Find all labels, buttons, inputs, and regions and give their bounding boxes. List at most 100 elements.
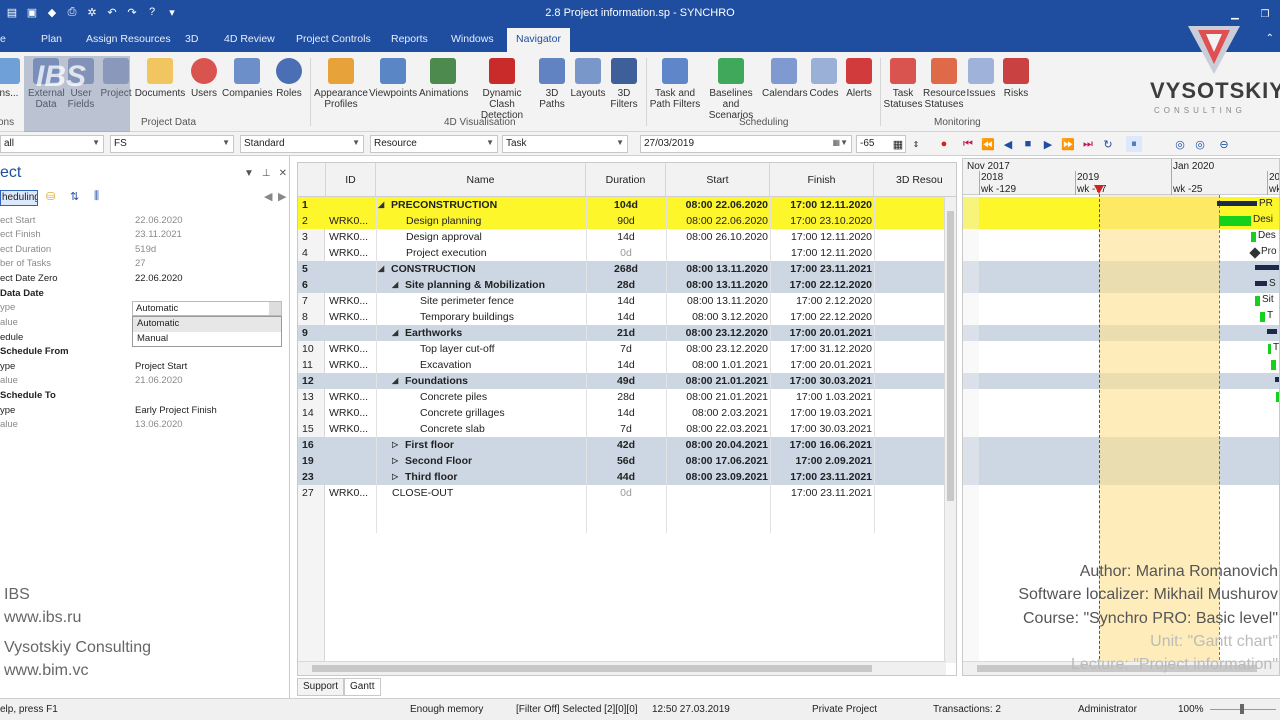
codes-button[interactable]: Codes bbox=[808, 58, 840, 99]
table-row[interactable]: 9 ◢ Earthworks 21d 08:00 23.12.2020 17:00 20.… bbox=[298, 325, 946, 341]
tab-plan[interactable]: Plan bbox=[41, 33, 62, 45]
task-statuses-button[interactable]: Task Statuses bbox=[883, 58, 923, 110]
play-back-icon[interactable]: ◀ bbox=[1000, 136, 1016, 152]
step-forward-icon[interactable]: ⏩ bbox=[1060, 136, 1076, 152]
animations-button[interactable]: Animations bbox=[419, 58, 468, 99]
appearance-profiles-button[interactable]: Appearance Profiles bbox=[313, 58, 369, 110]
gantt-task-bar[interactable] bbox=[1268, 344, 1271, 354]
zoom-out-icon[interactable]: ⊖ bbox=[1216, 136, 1232, 152]
companies-button[interactable]: Companies bbox=[222, 58, 273, 99]
go-end-icon[interactable]: ⏭ bbox=[1080, 136, 1096, 152]
filter-select-5[interactable]: Task ▼ bbox=[502, 135, 628, 153]
3d-filters-button[interactable]: 3D Filters bbox=[608, 58, 640, 110]
record-icon[interactable]: ● bbox=[936, 136, 952, 152]
expander-icon[interactable]: ◢ bbox=[378, 197, 390, 213]
expander-icon[interactable]: ▷ bbox=[392, 469, 404, 485]
filter-select-3[interactable]: Standard ▼ bbox=[240, 135, 364, 153]
gantt-task-bar[interactable] bbox=[1260, 312, 1265, 322]
dropdown-button[interactable] bbox=[269, 302, 281, 315]
table-row[interactable]: 14 WRK0... Concrete grillages 14d 08:00 2.03… bbox=[298, 405, 946, 421]
gantt-summary-bar[interactable] bbox=[1275, 377, 1279, 382]
step-back-icon[interactable]: ⏪ bbox=[980, 136, 996, 152]
gantt-summary-bar[interactable] bbox=[1255, 265, 1279, 270]
tab-reports[interactable]: Reports bbox=[391, 33, 428, 45]
table-row[interactable]: 27 WRK0... CLOSE-OUT 0d 17:00 23.11.2021 bbox=[298, 485, 946, 501]
gantt-summary-bar[interactable] bbox=[1217, 201, 1257, 206]
gantt-task-bar[interactable] bbox=[1276, 392, 1279, 402]
view-option-icon[interactable]: ◎ bbox=[1172, 136, 1188, 152]
data-date-marker-icon[interactable] bbox=[1094, 185, 1104, 194]
table-row[interactable]: 5 ◢ CONSTRUCTION 268d 08:00 13.11.2020 17:00 … bbox=[298, 261, 946, 277]
expander-icon[interactable]: ◢ bbox=[392, 277, 404, 293]
alerts-button[interactable]: Alerts bbox=[842, 58, 876, 99]
filter-select-4[interactable]: Resource ▼ bbox=[370, 135, 498, 153]
tab-3d[interactable]: 3D bbox=[185, 33, 198, 45]
baselines-scenarios-button[interactable]: Baselines and Scenarios bbox=[702, 58, 760, 121]
tab-file[interactable]: e bbox=[0, 33, 6, 45]
table-row[interactable]: 16 ▷ First floor 42d 08:00 20.04.2021 17:00 1… bbox=[298, 437, 946, 453]
offset-calendar-icon[interactable]: ▦ bbox=[890, 136, 906, 152]
tab-support[interactable]: Support bbox=[297, 678, 345, 696]
viewpoints-button[interactable]: Viewpoints bbox=[369, 58, 417, 99]
table-row[interactable]: 13 WRK0... Concrete piles 28d 08:00 21.01.20… bbox=[298, 389, 946, 405]
tab-4d-review[interactable]: 4D Review bbox=[224, 33, 275, 45]
header-start[interactable]: Start bbox=[666, 163, 770, 197]
tab-gantt[interactable]: Gantt bbox=[344, 678, 381, 696]
table-row[interactable]: 2 WRK0... Design planning 90d 08:00 22.06.20… bbox=[298, 213, 946, 229]
close-icon[interactable]: ✕ bbox=[279, 168, 287, 179]
scroll-thumb[interactable] bbox=[312, 665, 872, 672]
database-icon[interactable]: ⛁ bbox=[46, 190, 55, 203]
dynamic-clash-detection-button[interactable]: Dynamic Clash Detection bbox=[470, 58, 534, 121]
tab-windows[interactable]: Windows bbox=[451, 33, 494, 45]
layouts-button[interactable]: Layouts bbox=[570, 58, 606, 99]
users-button[interactable]: Users bbox=[188, 58, 220, 99]
tab-scheduling[interactable]: heduling bbox=[0, 190, 38, 206]
data-date-type-select[interactable]: Automatic bbox=[132, 301, 282, 316]
focus-date-field[interactable]: 27/03/2019 ▦▼ bbox=[640, 135, 852, 153]
table-row[interactable]: 7 WRK0... Site perimeter fence 14d 08:00 13.… bbox=[298, 293, 946, 309]
table-row[interactable]: 11 WRK0... Excavation 14d 08:00 1.01.2021 17:… bbox=[298, 357, 946, 373]
link-icon[interactable]: ⇅ bbox=[70, 190, 79, 203]
pause-mode-icon[interactable]: ⏸ bbox=[1126, 136, 1142, 152]
tab-assign-resources[interactable]: Assign Resources bbox=[86, 33, 171, 45]
table-row[interactable]: 8 WRK0... Temporary buildings 14d 08:00 3.12… bbox=[298, 309, 946, 325]
table-row[interactable]: 10 WRK0... Top layer cut-off 7d 08:00 23.12.… bbox=[298, 341, 946, 357]
header-name[interactable]: Name bbox=[376, 163, 586, 197]
header-finish[interactable]: Finish bbox=[770, 163, 874, 197]
spinner-icon[interactable]: ⇕ bbox=[908, 136, 924, 152]
zoom-slider-thumb[interactable] bbox=[1240, 704, 1244, 714]
3d-paths-button[interactable]: 3D Paths bbox=[537, 58, 567, 110]
header-duration[interactable]: Duration bbox=[586, 163, 666, 197]
view-option-2-icon[interactable]: ◎ bbox=[1192, 136, 1208, 152]
risks-button[interactable]: Risks bbox=[1000, 58, 1032, 99]
resource-statuses-button[interactable]: Resource Statuses bbox=[923, 58, 966, 110]
pin-icon[interactable]: ⊥ bbox=[262, 168, 271, 179]
add-ons-button[interactable]: ons... bbox=[0, 58, 20, 99]
table-row[interactable]: 3 WRK0... Design approval 14d 08:00 26.10.20… bbox=[298, 229, 946, 245]
tab-navigator[interactable]: Navigator bbox=[507, 28, 570, 52]
calendars-button[interactable]: Calendars bbox=[762, 58, 808, 99]
task-path-filters-button[interactable]: Task and Path Filters bbox=[649, 58, 701, 110]
table-row[interactable]: 23 ▷ Third floor 44d 08:00 23.09.2021 17:00 2… bbox=[298, 469, 946, 485]
expander-icon[interactable]: ◢ bbox=[392, 373, 404, 389]
grid-horizontal-scrollbar[interactable] bbox=[298, 661, 946, 675]
table-row[interactable]: 15 WRK0... Concrete slab 7d 08:00 22.03.2021… bbox=[298, 421, 946, 437]
gantt-task-bar[interactable] bbox=[1255, 296, 1260, 306]
filter-select-1[interactable]: all ▼ bbox=[0, 135, 104, 153]
scroll-thumb[interactable] bbox=[947, 211, 954, 501]
gantt-task-bar[interactable] bbox=[1271, 360, 1276, 370]
gantt-summary-bar[interactable] bbox=[1267, 329, 1277, 334]
play-icon[interactable]: ▶ bbox=[1040, 136, 1056, 152]
pane-menu-icon[interactable]: ▼ bbox=[244, 168, 254, 179]
documents-button[interactable]: Documents bbox=[134, 58, 186, 99]
expander-icon[interactable]: ▷ bbox=[392, 437, 404, 453]
expander-icon[interactable]: ▷ bbox=[392, 453, 404, 469]
gantt-task-bar[interactable] bbox=[1219, 216, 1251, 226]
issues-button[interactable]: Issues bbox=[966, 58, 996, 99]
header-3d-resources[interactable]: 3D Resou bbox=[874, 163, 956, 197]
table-row[interactable]: 1 ◢ PRECONSTRUCTION 104d 08:00 22.06.2020 17:… bbox=[298, 197, 946, 213]
tab-project-controls[interactable]: Project Controls bbox=[296, 33, 371, 45]
stop-icon[interactable]: ■ bbox=[1020, 136, 1036, 152]
option-automatic[interactable]: Automatic bbox=[133, 317, 281, 332]
columns-icon[interactable]: ⫼ bbox=[94, 190, 99, 203]
